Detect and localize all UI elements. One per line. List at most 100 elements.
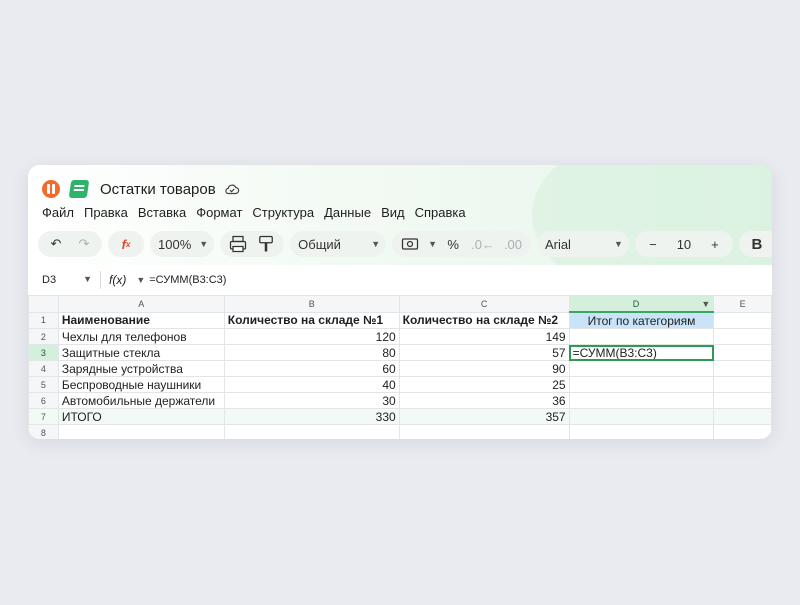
cell-a8[interactable] xyxy=(57,424,225,439)
cell-b2[interactable]: 120 xyxy=(223,328,400,345)
currency-group: ▼ % .0← .00 xyxy=(392,231,531,257)
cell-c2[interactable]: 149 xyxy=(398,328,570,345)
chevron-down-icon: ▼ xyxy=(199,239,209,249)
cell-b3[interactable]: 80 xyxy=(223,344,400,361)
row-header[interactable]: 8 xyxy=(28,424,59,439)
increase-decimals-icon[interactable]: .00 xyxy=(501,233,525,255)
chevron-down-icon: ▼ xyxy=(371,239,381,249)
cell-c4[interactable]: 90 xyxy=(398,360,570,377)
chevron-down-icon[interactable]: ▼ xyxy=(701,299,710,309)
cell-a3[interactable]: Защитные стекла xyxy=(57,344,225,361)
menu-edit[interactable]: Правка xyxy=(84,205,128,220)
cell-d6[interactable] xyxy=(568,392,715,409)
cloud-saved-icon[interactable] xyxy=(224,181,240,197)
cell-d8[interactable] xyxy=(568,424,715,439)
percent-icon[interactable]: % xyxy=(441,233,465,255)
paint-format-icon[interactable] xyxy=(254,233,278,255)
cell-a6[interactable]: Автомобильные держатели xyxy=(57,392,225,409)
cell-c8[interactable] xyxy=(398,424,570,439)
name-box[interactable]: D3 ▼ xyxy=(28,274,100,286)
font-size-value[interactable]: 10 xyxy=(669,233,699,255)
cell-a4[interactable]: Зарядные устройства xyxy=(57,360,225,377)
menu-insert[interactable]: Вставка xyxy=(138,205,186,220)
zoom-select[interactable]: 100% ▼ xyxy=(150,231,215,257)
menu-structure[interactable]: Структура xyxy=(252,205,314,220)
cell-d7[interactable] xyxy=(568,408,715,425)
cell-b4[interactable]: 60 xyxy=(223,360,400,377)
cell-c5[interactable]: 25 xyxy=(398,376,570,393)
document-title[interactable]: Остатки товаров xyxy=(100,181,216,198)
column-header-b[interactable]: B xyxy=(223,295,400,313)
fx-label[interactable]: f(x) xyxy=(101,273,134,287)
chevron-down-icon[interactable]: ▼ xyxy=(136,275,145,285)
table-row: 3 Защитные стекла 80 57 =СУММ(B3:C3) xyxy=(28,344,772,361)
cell-d2[interactable] xyxy=(568,328,715,345)
function-icon[interactable]: fx xyxy=(114,233,138,255)
cell-e7[interactable] xyxy=(713,408,772,425)
menu-file[interactable]: Файл xyxy=(42,205,74,220)
cell-d1[interactable]: Итог по категориям xyxy=(568,311,715,329)
column-header-a[interactable]: A xyxy=(57,295,225,313)
decrease-decimals-icon[interactable]: .0← xyxy=(469,233,497,255)
table-row: 6 Автомобильные держатели 30 36 xyxy=(28,392,772,409)
cell-c1[interactable]: Количество на складе №2 xyxy=(398,311,570,329)
cell-c7[interactable]: 357 xyxy=(398,408,570,425)
chevron-down-icon: ▼ xyxy=(428,239,438,249)
menu-data[interactable]: Данные xyxy=(324,205,371,220)
cell-b1[interactable]: Количество на складе №1 xyxy=(223,311,400,329)
cell-b5[interactable]: 40 xyxy=(223,376,400,393)
menu-view[interactable]: Вид xyxy=(381,205,405,220)
row-header[interactable]: 1 xyxy=(28,311,59,329)
row-header[interactable]: 3 xyxy=(28,344,59,361)
number-format-select[interactable]: Общий ▼ xyxy=(290,231,387,257)
cell-d4[interactable] xyxy=(568,360,715,377)
cell-e4[interactable] xyxy=(713,360,772,377)
cell-a7[interactable]: ИТОГО xyxy=(57,408,225,425)
chevron-down-icon: ▼ xyxy=(83,274,92,284)
menu-help[interactable]: Справка xyxy=(415,205,466,220)
row-header[interactable]: 5 xyxy=(28,376,59,393)
increase-size-button[interactable]: + xyxy=(703,233,727,255)
menu-format[interactable]: Формат xyxy=(196,205,242,220)
column-header-e[interactable]: E xyxy=(713,295,772,313)
cell-e5[interactable] xyxy=(713,376,772,393)
column-header-d[interactable]: D ▼ xyxy=(568,295,715,313)
currency-icon[interactable] xyxy=(398,233,422,255)
zoom-value: 100% xyxy=(158,236,192,252)
row-header[interactable]: 7 xyxy=(28,408,59,425)
app-logo-icon[interactable] xyxy=(42,180,60,198)
spreadsheet-window: Остатки товаров Файл Правка Вставка Форм… xyxy=(28,165,772,439)
row-header[interactable]: 6 xyxy=(28,392,59,409)
cell-a5[interactable]: Беспроводные наушники xyxy=(57,376,225,393)
cell-a1[interactable]: Наименование xyxy=(57,311,225,329)
column-header-row: A B C D ▼ E xyxy=(28,295,772,313)
cell-b6[interactable]: 30 xyxy=(223,392,400,409)
undo-icon[interactable]: ↶ xyxy=(44,233,68,255)
cell-c6[interactable]: 36 xyxy=(398,392,570,409)
decrease-size-button[interactable]: − xyxy=(641,233,665,255)
font-select[interactable]: Arial ▼ xyxy=(536,231,629,257)
cell-b7[interactable]: 330 xyxy=(223,408,400,425)
redo-icon[interactable]: ↷ xyxy=(72,233,96,255)
cell-c3[interactable]: 57 xyxy=(398,344,570,361)
cell-d5[interactable] xyxy=(568,376,715,393)
spreadsheet-grid: A B C D ▼ E 1 Наименование Количество на … xyxy=(28,295,772,439)
cell-e8[interactable] xyxy=(713,424,772,439)
cell-e3[interactable] xyxy=(713,344,772,361)
title-bar: Остатки товаров xyxy=(42,177,240,201)
cell-d3-active[interactable]: =СУММ(B3:C3) xyxy=(568,344,715,361)
row-header[interactable]: 2 xyxy=(28,328,59,345)
menu-bar: Файл Правка Вставка Формат Структура Дан… xyxy=(42,205,476,220)
formula-input[interactable]: =СУММ(B3:C3) xyxy=(145,274,226,286)
cell-e2[interactable] xyxy=(713,328,772,345)
bold-button[interactable]: B xyxy=(745,233,769,255)
table-row: 2 Чехлы для телефонов 120 149 xyxy=(28,328,772,345)
print-icon[interactable] xyxy=(226,233,250,255)
cell-e1[interactable] xyxy=(713,311,772,329)
select-all-corner[interactable] xyxy=(28,295,59,313)
row-header[interactable]: 4 xyxy=(28,360,59,377)
cell-e6[interactable] xyxy=(713,392,772,409)
column-header-c[interactable]: C xyxy=(398,295,570,313)
cell-a2[interactable]: Чехлы для телефонов xyxy=(57,328,225,345)
cell-b8[interactable] xyxy=(223,424,400,439)
